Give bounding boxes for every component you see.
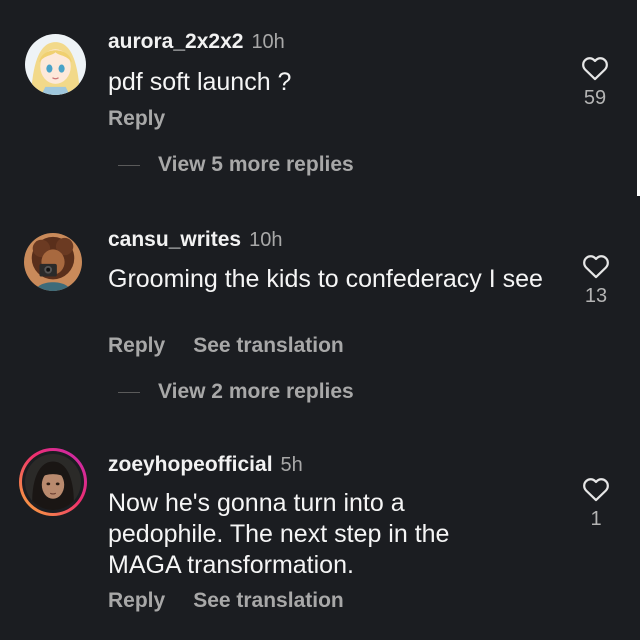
comment-text: Now he's gonna turn into a pedophile. Th… [108, 489, 450, 579]
comment-meta: cansu_writes 10h [108, 228, 282, 252]
comments-screen: aurora_2x2x2 10h pdf soft launch ? Reply… [0, 0, 640, 640]
view-replies-label[interactable]: View 2 more replies [158, 380, 354, 404]
username[interactable]: aurora_2x2x2 [108, 30, 243, 54]
username[interactable]: zoeyhopeofficial [108, 453, 273, 477]
reply-button[interactable]: Reply [108, 107, 165, 131]
divider-line [118, 164, 140, 166]
story-ring-inner [22, 451, 84, 513]
like-count: 59 [583, 87, 607, 109]
comment-meta: zoeyhopeofficial 5h [108, 453, 303, 477]
like-control: 13 [576, 253, 616, 308]
timestamp: 10h [251, 31, 285, 53]
heart-icon[interactable] [581, 55, 609, 81]
reply-button[interactable]: Reply [108, 334, 165, 358]
timestamp: 5h [280, 454, 303, 476]
anime-girl-avatar-icon [25, 34, 86, 95]
avatar[interactable] [24, 233, 82, 291]
avatar-photo [25, 454, 81, 510]
comment-text: Grooming the kids to confederacy I see [108, 265, 543, 293]
view-more-replies-2[interactable]: View 2 more replies [118, 380, 354, 404]
view-more-replies-1[interactable]: View 5 more replies [118, 153, 354, 177]
timestamp: 10h [249, 229, 283, 251]
like-control: 59 [575, 55, 615, 110]
illustrated-photographer-avatar-icon [24, 233, 82, 291]
portrait-avatar-icon [25, 454, 81, 510]
comment-actions: Reply [108, 107, 165, 131]
username[interactable]: cansu_writes [108, 228, 241, 252]
reply-button[interactable]: Reply [108, 589, 165, 613]
comment-actions: Reply See translation [108, 589, 344, 613]
comment-text: pdf soft launch ? [108, 68, 292, 96]
avatar-with-story-ring[interactable] [19, 448, 87, 516]
like-control: 1 [576, 476, 616, 531]
comment-meta: aurora_2x2x2 10h [108, 30, 285, 54]
heart-icon[interactable] [582, 476, 610, 502]
avatar[interactable] [25, 34, 86, 95]
like-count: 13 [584, 285, 608, 307]
divider-line [118, 391, 140, 393]
heart-icon[interactable] [582, 253, 610, 279]
view-replies-label[interactable]: View 5 more replies [158, 153, 354, 177]
see-translation-button[interactable]: See translation [193, 334, 344, 358]
see-translation-button[interactable]: See translation [193, 589, 344, 613]
comment-actions: Reply See translation [108, 334, 344, 358]
like-count: 1 [590, 508, 602, 530]
